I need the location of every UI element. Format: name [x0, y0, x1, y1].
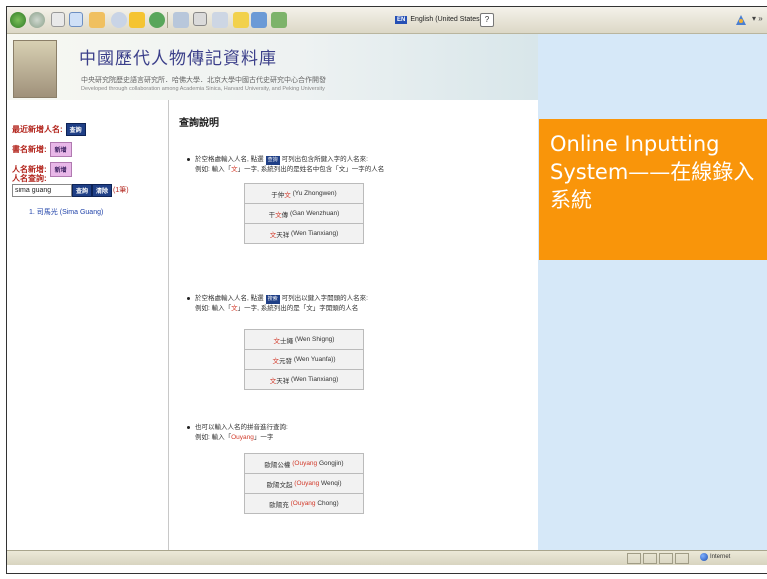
refresh-icon[interactable]	[69, 12, 83, 27]
print-icon[interactable]	[193, 12, 207, 26]
instruction-text: 於空格處輸入人名, 點選	[195, 295, 264, 302]
search-result-item[interactable]: 1. 司馬光 (Sima Guang)	[29, 207, 103, 217]
site-subtitle-cn: 中央研究院歷史語言研究所．哈佛大學．北京大學中國古代史研究中心合作開發	[81, 77, 326, 84]
callout-text: Online Inputting System——在線錄入系統	[550, 132, 755, 212]
site-banner: 中國歷代人物傳記資料庫 中央研究院歷史語言研究所．哈佛大學．北京大學中國古代史研…	[7, 34, 538, 100]
edit-icon[interactable]	[212, 12, 228, 28]
history-icon[interactable]	[149, 12, 165, 28]
mail-icon[interactable]	[173, 12, 189, 28]
toolbar-tools-icon[interactable]	[733, 12, 749, 28]
instruction-example: 例如: 輸入「文」一字, 系統列出的是「文」字開頭的人名	[195, 304, 358, 313]
table-row: 文元發 (Wen Yuanfa))	[244, 350, 364, 370]
status-cell	[643, 553, 657, 564]
instruction-example: 例如: 輸入「文」一字, 系統列出的是姓名中包含「文」一字的人名	[195, 165, 384, 174]
slide-frame: EN English (United States) ? ▾ » 中國歷代人物傳…	[0, 0, 767, 579]
sidebar-label: 最近新增人名:	[12, 125, 63, 134]
status-cell	[675, 553, 689, 564]
example-table: 歐陽公權 (Ouyang Gongjin) 歐陽文起 (Ouyang Wenqi…	[244, 453, 364, 514]
sidebar-label: 人名查詢:	[12, 174, 47, 183]
sidebar-book-add: 書名新增: 新增	[12, 142, 72, 157]
instruction-text: 例如: 輸入「	[195, 434, 232, 441]
discuss-icon[interactable]	[233, 12, 249, 28]
language-name: English (United States)	[410, 16, 482, 23]
instruction-text: 於空格處輸入人名, 點選	[195, 156, 264, 163]
bullet	[187, 425, 190, 429]
person-search-input[interactable]	[12, 184, 72, 197]
book-add-button[interactable]: 新增	[49, 142, 72, 157]
chevron-down-icon[interactable]: ▾ »	[752, 14, 763, 23]
sidebar-person-query: 人名查詢:	[12, 173, 47, 184]
sidebar-recent-person: 最近新增人名: 查詢	[12, 123, 86, 136]
main-content: 查詢說明 於空格處輸入人名, 點選 查詢 可列出包含所鍵入字的人名來: 例如: 輸入…	[169, 100, 538, 550]
instruction-text: 」一字	[253, 434, 274, 441]
bullet	[187, 296, 190, 300]
messenger-icon[interactable]	[251, 12, 267, 28]
browser-screenshot: EN English (United States) ? ▾ » 中國歷代人物傳…	[6, 6, 767, 574]
stop-icon[interactable]	[51, 12, 65, 27]
portrait-image	[13, 40, 57, 98]
research-icon[interactable]	[271, 12, 287, 28]
instruction-example: 例如: 輸入「Ouyang」一字	[195, 433, 273, 442]
help-icon[interactable]: ?	[480, 13, 494, 27]
example-table: 文士繩 (Wen Shigng) 文元發 (Wen Yuanfa)) 文天祥 (…	[244, 329, 364, 390]
status-cell	[659, 553, 673, 564]
recent-person-button[interactable]: 查詢	[65, 123, 86, 136]
result-count: (1筆)	[113, 187, 129, 194]
table-row: 文士繩 (Wen Shigng)	[244, 330, 364, 350]
table-row: 文天祥 (Wen Tianxiang)	[244, 370, 364, 390]
instruction-line: 也可以輸入人名的拼音進行查詢:	[187, 423, 288, 432]
table-row: 歐陽公權 (Ouyang Gongjin)	[244, 454, 364, 474]
zone-label: Internet	[710, 554, 731, 560]
result-name-cn[interactable]: 司馬光	[37, 209, 58, 216]
table-row: 干文傳 (Gan Wenzhuan)	[244, 204, 364, 224]
callout-box: Online Inputting System——在線錄入系統	[539, 119, 767, 260]
status-cell	[627, 553, 641, 564]
sidebar: 最近新增人名: 查詢 書名新增: 新增 人名新增: 新增 人名查詢: 查詢 清除…	[7, 100, 168, 550]
instruction-text: 」一字, 系統列出的是姓名中包含「文」一字的人名	[237, 166, 385, 173]
person-add-button[interactable]: 新增	[49, 162, 72, 177]
back-icon[interactable]	[10, 12, 26, 28]
search-icon[interactable]	[111, 12, 127, 28]
instruction-text: 例如: 輸入「	[195, 166, 232, 173]
instruction-text: 」一字, 系統列出的是「文」字開頭的人名	[237, 305, 359, 312]
instruction-text: 可列出以鍵入字開頭的人名來:	[281, 295, 368, 302]
forward-icon[interactable]	[29, 12, 45, 28]
highlight-text: Ouyang	[231, 434, 254, 441]
table-row: 于仲文 (Yu Zhongwen)	[244, 184, 364, 204]
background-panel	[538, 34, 767, 100]
language-indicator[interactable]: EN English (United States)	[395, 12, 482, 27]
table-row: 文天祥 (Wen Tianxiang)	[244, 224, 364, 244]
result-index: 1.	[29, 209, 35, 216]
instruction-text: 也可以輸入人名的拼音進行查詢:	[195, 424, 288, 431]
status-bar: Internet	[7, 550, 767, 565]
sidebar-label: 書名新增:	[12, 145, 47, 154]
table-row: 歐陽文起 (Ouyang Wenqi)	[244, 474, 364, 494]
instruction-text: 可列出包含所鍵入字的人名來:	[281, 156, 368, 163]
page-title: 查詢說明	[179, 118, 219, 129]
site-subtitle-en: Developed through collaboration among Ac…	[81, 86, 325, 92]
bullet	[187, 157, 190, 161]
home-icon[interactable]	[89, 12, 105, 28]
favorites-icon[interactable]	[129, 12, 145, 28]
inline-query-button: 查詢	[265, 156, 280, 165]
query-button[interactable]: 查詢	[72, 184, 93, 197]
instruction-line: 於空格處輸入人名, 點選 搜索 可列出以鍵入字開頭的人名來:	[187, 294, 368, 304]
instruction-text: 例如: 輸入「	[195, 305, 232, 312]
language-code: EN	[395, 15, 408, 24]
toolbar-separator	[167, 12, 168, 28]
example-table: 于仲文 (Yu Zhongwen) 干文傳 (Gan Wenzhuan) 文天祥…	[244, 183, 364, 244]
result-name-en[interactable]: (Sima Guang)	[60, 209, 104, 216]
instruction-line: 於空格處輸入人名, 點選 查詢 可列出包含所鍵入字的人名來:	[187, 155, 368, 165]
browser-toolbar: EN English (United States) ? ▾ »	[7, 7, 767, 34]
table-row: 歐陽充 (Ouyang Chong)	[244, 494, 364, 514]
site-title: 中國歷代人物傳記資料庫	[79, 49, 277, 69]
clear-button[interactable]: 清除	[92, 184, 113, 197]
security-zone: Internet	[700, 553, 730, 561]
globe-icon	[700, 553, 708, 561]
inline-search-button: 搜索	[265, 295, 280, 304]
